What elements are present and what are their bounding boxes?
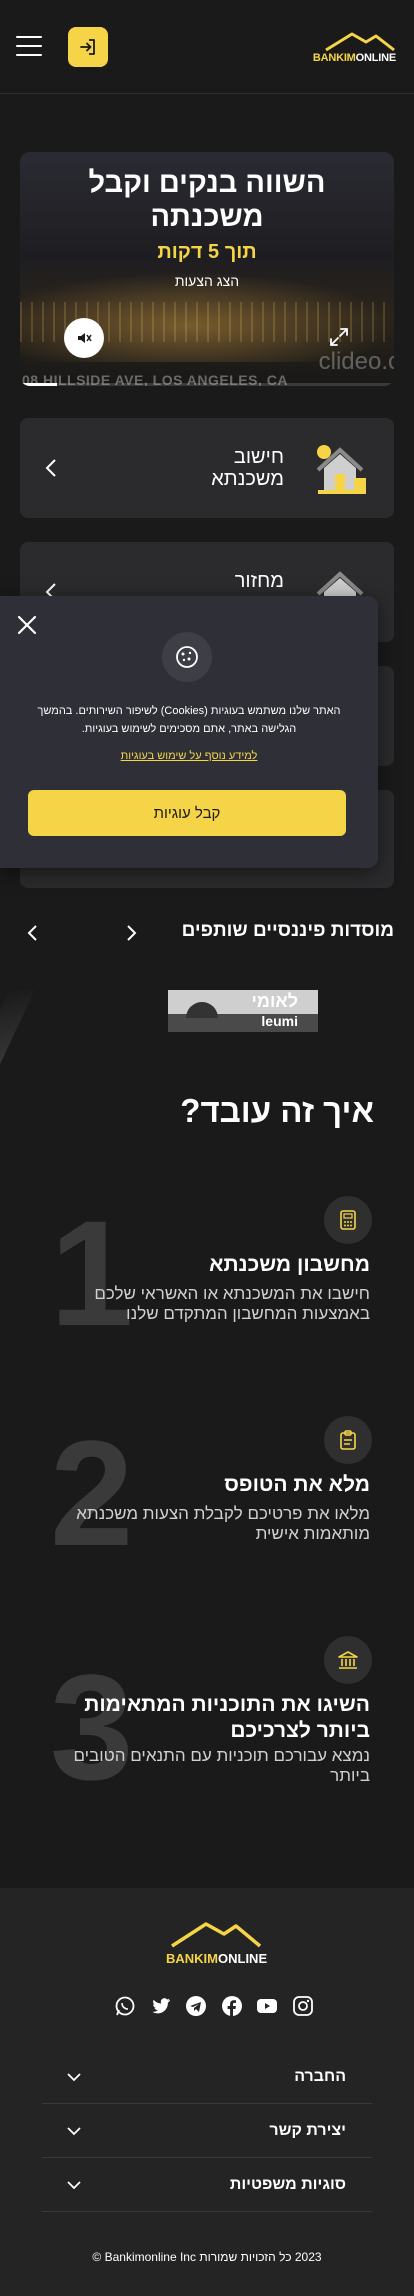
- fullscreen-icon[interactable]: [328, 326, 350, 348]
- chevron-left-icon[interactable]: [26, 924, 38, 942]
- login-button[interactable]: [68, 27, 108, 67]
- bank-name-he: לאומי: [251, 991, 298, 1011]
- whatsapp-icon[interactable]: [114, 1995, 136, 2017]
- chevron-down-icon: [67, 2073, 81, 2082]
- chevron-left-icon: [45, 459, 56, 477]
- partners-header: מוסדות פיננסיים שותפים: [0, 918, 414, 946]
- step-description: נמצא עבורכם תוכניות עם התנאים הטובים ביות…: [73, 1746, 370, 1785]
- accept-cookies-button[interactable]: קבל עוגיות: [28, 790, 346, 836]
- copyright: 2023 כל הזכויות שמורות Bankimonline Inc …: [92, 2250, 322, 2264]
- login-icon: [80, 39, 95, 55]
- close-icon[interactable]: [16, 614, 38, 636]
- video-watermark: clideo.c: [318, 348, 394, 375]
- hero-title: השווה בנקים וקבל משכנתה: [88, 167, 326, 233]
- card-label: מחזור: [234, 570, 284, 592]
- mute-button[interactable]: [64, 318, 104, 358]
- footer-accordion-legal[interactable]: סוגיות משפטיות: [42, 2158, 372, 2212]
- social-links: [114, 1995, 314, 2019]
- show-offers-link[interactable]: הצג הצעות: [20, 273, 394, 289]
- site-header: BANKIMONLINE: [0, 0, 414, 94]
- telegram-icon[interactable]: [185, 1995, 207, 2017]
- step-number: 1: [50, 1189, 134, 1357]
- step-description: מלאו את פרטיכם לקבלת הצעות משכנתא מותאמות…: [76, 1504, 370, 1543]
- step-3: 3 השיגו את התוכניות המתאימות ביותר לצרכיכ…: [0, 1636, 414, 1856]
- chevron-right-icon[interactable]: [126, 924, 138, 942]
- logo[interactable]: BANKIMONLINE: [313, 30, 396, 64]
- chevron-down-icon: [67, 2127, 81, 2136]
- bank-name-en: leumi: [261, 1013, 298, 1029]
- leumi-emblem-icon: [186, 1002, 218, 1018]
- cookie-more-info-link[interactable]: למידע נוסף על שימוש בעוגיות: [0, 750, 378, 762]
- step-title: מחשבון משכנתא: [209, 1253, 370, 1276]
- logo-roof-icon: [171, 1922, 262, 1948]
- site-footer: BANKIMONLINE החברה יצירת קשר סוגיות משפט…: [0, 1888, 414, 2296]
- logo-text: BANKIMONLINE: [312, 52, 396, 64]
- step-number: 2: [50, 1409, 134, 1577]
- card-mortgage-calc[interactable]: חישוב משכנתא: [20, 418, 394, 518]
- twitter-icon[interactable]: [150, 1995, 172, 2017]
- step-1: 1 מחשבון משכנתא חישבו את המשכנתא או האשר…: [0, 1196, 414, 1396]
- cookie-text: האתר שלנו משתמש בעוגיות (Cookies) לשיפור…: [37, 705, 341, 735]
- partners-title: מוסדות פיננסיים שותפים: [181, 920, 394, 941]
- hero-video[interactable]: השווה בנקים וקבל משכנתה תוך 5 דקות הצג ה…: [20, 152, 394, 386]
- step-description: חישבו את המשכנתא או האשראי שלכם באמצעות ה…: [94, 1284, 370, 1323]
- chevron-down-icon: [67, 2181, 81, 2190]
- accordion-label: יצירת קשר: [269, 2122, 346, 2139]
- hero-subtitle: תוך 5 דקות: [157, 241, 257, 263]
- menu-icon[interactable]: [16, 36, 42, 56]
- step-2: 2 מלא את הטופס מלאו את פרטיכם לקבלת הצעו…: [0, 1416, 414, 1616]
- logo-roof-icon: [325, 32, 395, 52]
- how-it-works-title: איך זה עובד?: [180, 1092, 374, 1129]
- accordion-label: החברה: [294, 2068, 346, 2085]
- video-progress-fill: [20, 383, 58, 386]
- footer-logo[interactable]: BANKIMONLINE: [166, 1918, 267, 1966]
- footer-logo-text: BANKIMONLINE: [166, 1951, 268, 1966]
- instagram-icon[interactable]: [292, 1995, 314, 2017]
- step-title: השיגו את התוכניות המתאימות ביותר לצרכיכם: [84, 1693, 370, 1742]
- facebook-icon[interactable]: [221, 1995, 243, 2017]
- partner-logo-leumi[interactable]: לאומי leumi: [168, 990, 318, 1032]
- video-progress-bar[interactable]: [20, 383, 394, 386]
- step-title: מלא את הטופס: [224, 1473, 370, 1496]
- calculator-icon: [324, 1196, 372, 1244]
- accordion-label: סוגיות משפטיות: [229, 2176, 346, 2193]
- card-label: חישוב משכנתא: [211, 446, 284, 490]
- footer-accordion-company[interactable]: החברה: [42, 2050, 372, 2104]
- bank-icon: [324, 1636, 372, 1684]
- volume-mute-icon: [78, 333, 92, 343]
- footer-accordion-contact[interactable]: יצירת קשר: [42, 2104, 372, 2158]
- youtube-icon[interactable]: [256, 1995, 278, 2017]
- cookie-consent-dialog: האתר שלנו משתמש בעוגיות (Cookies) לשיפור…: [0, 596, 378, 868]
- cookie-icon: [162, 632, 212, 682]
- house-icon: [316, 445, 366, 494]
- clipboard-icon: [324, 1416, 372, 1464]
